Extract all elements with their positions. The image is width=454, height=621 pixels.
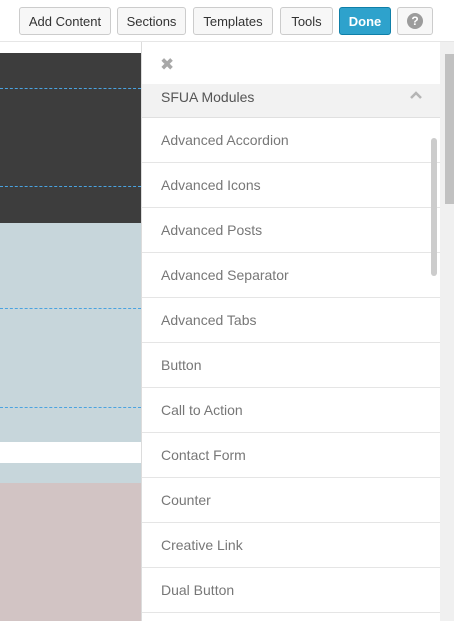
module-item-call-to-action[interactable]: Call to Action xyxy=(142,388,440,433)
dark-row-guide-top xyxy=(0,88,141,89)
add-content-button[interactable]: Add Content xyxy=(19,7,111,35)
section-header[interactable]: SFUA Modules xyxy=(142,84,440,118)
page-canvas[interactable] xyxy=(0,42,141,621)
section-title: SFUA Modules xyxy=(161,89,255,105)
page-scrollbar-thumb[interactable] xyxy=(445,54,454,204)
module-list-scrollbar[interactable] xyxy=(431,138,437,276)
module-item-advanced-tabs[interactable]: Advanced Tabs xyxy=(142,298,440,343)
module-item-contact-form[interactable]: Contact Form xyxy=(142,433,440,478)
blue-row[interactable] xyxy=(0,223,141,442)
module-item-advanced-separator[interactable]: Advanced Separator xyxy=(142,253,440,298)
module-item-counter[interactable]: Counter xyxy=(142,478,440,523)
chevron-up-icon[interactable] xyxy=(410,90,422,102)
done-button[interactable]: Done xyxy=(339,7,391,35)
help-button[interactable]: ? xyxy=(397,7,433,35)
builder-toolbar: Add Content Sections Templates Tools Don… xyxy=(0,0,454,42)
sections-button[interactable]: Sections xyxy=(117,7,186,35)
help-icon: ? xyxy=(407,13,423,29)
dark-row-guide-bottom xyxy=(0,186,141,187)
module-item-advanced-accordion[interactable]: Advanced Accordion xyxy=(142,118,440,163)
modules-panel: ✖ SFUA Modules Advanced Accordion Advanc… xyxy=(141,42,454,621)
blue-row-guide-top xyxy=(0,308,141,309)
pink-row[interactable] xyxy=(0,483,141,621)
module-item-advanced-posts[interactable]: Advanced Posts xyxy=(142,208,440,253)
close-icon[interactable]: ✖ xyxy=(160,56,174,73)
blue-strip xyxy=(0,463,141,483)
module-item-button[interactable]: Button xyxy=(142,343,440,388)
module-item-creative-link[interactable]: Creative Link xyxy=(142,523,440,568)
module-item-advanced-icons[interactable]: Advanced Icons xyxy=(142,163,440,208)
blue-row-guide-bottom xyxy=(0,407,141,408)
dark-row[interactable] xyxy=(0,53,141,223)
templates-button[interactable]: Templates xyxy=(193,7,273,35)
tools-button[interactable]: Tools xyxy=(280,7,333,35)
white-spacer xyxy=(0,442,141,463)
module-list: Advanced Accordion Advanced Icons Advanc… xyxy=(142,118,440,613)
module-item-dual-button[interactable]: Dual Button xyxy=(142,568,440,613)
